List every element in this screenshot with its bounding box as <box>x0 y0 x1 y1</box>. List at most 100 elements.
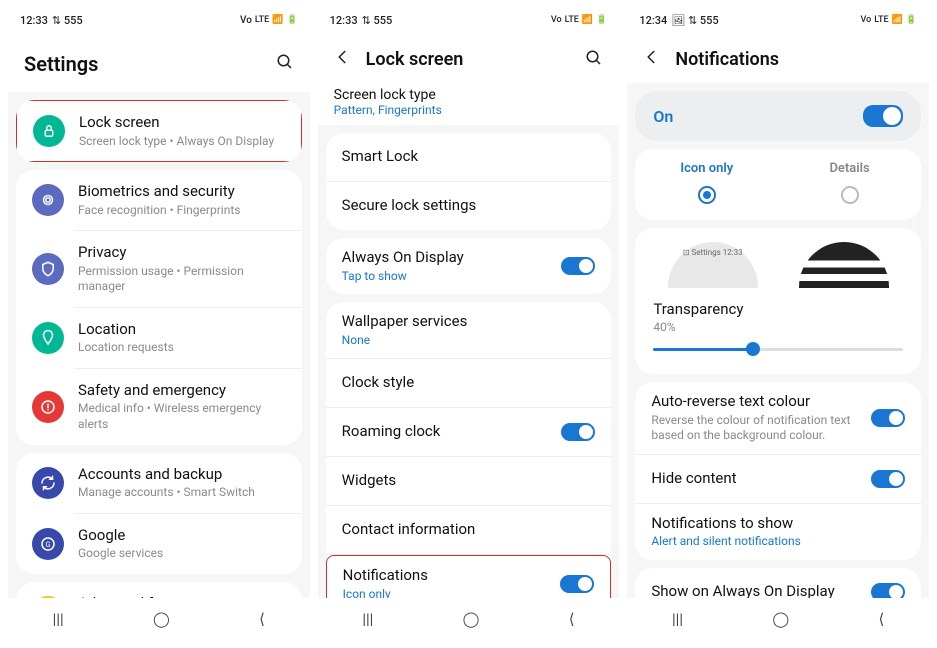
gear-icon <box>32 596 64 598</box>
tab-details[interactable]: Details <box>778 161 921 204</box>
status-time: 12:33 <box>20 14 48 27</box>
notifications-content: On Icon only Details ⊡ Settings 12:33 Tra… <box>627 83 929 598</box>
lockscreen-row[interactable]: Roaming clock <box>326 408 612 456</box>
search-icon[interactable] <box>276 53 294 75</box>
notif-row[interactable]: Hide content <box>635 455 921 503</box>
transparency-slider[interactable] <box>653 340 903 358</box>
master-toggle-row[interactable]: On <box>635 91 921 141</box>
lockscreen-row[interactable]: Widgets <box>326 457 612 505</box>
toggle-icon[interactable] <box>863 105 903 127</box>
transparency-block: Transparency 40% <box>635 288 921 374</box>
lockscreen-row[interactable]: Contact information <box>326 506 612 554</box>
screen-lock-type-row[interactable]: Screen lock type Pattern, Fingerprints <box>318 83 620 117</box>
notif-row[interactable]: Notifications to showAlert and silent no… <box>635 504 921 560</box>
nav-home[interactable]: ◯ <box>772 610 789 628</box>
toggle-icon[interactable] <box>561 257 595 275</box>
row-label: Notifications <box>343 566 547 586</box>
row-sub: Location requests <box>78 340 286 356</box>
sync-icon <box>32 467 64 499</box>
page-title: Lock screen <box>366 49 572 70</box>
row-label: Safety and emergency <box>78 381 286 401</box>
lockscreen-row[interactable]: NotificationsIcon only <box>326 555 612 598</box>
pin-icon <box>32 322 64 354</box>
search-icon[interactable] <box>585 49 603 71</box>
nav-back[interactable]: ⟨ <box>569 610 575 628</box>
alert-icon <box>32 391 64 423</box>
settings-row[interactable]: Safety and emergencyMedical info • Wirel… <box>16 369 302 445</box>
row-label: Secure lock settings <box>342 196 596 216</box>
row-sub: Icon only <box>343 587 547 598</box>
preview-icon-only: ⊡ Settings 12:33 <box>668 242 758 288</box>
nav-recent[interactable]: ||| <box>672 610 683 628</box>
settings-row[interactable]: G GoogleGoogle services <box>16 514 302 574</box>
nav-recent[interactable]: ||| <box>53 610 64 628</box>
radio-icon[interactable] <box>841 186 859 204</box>
nav-home[interactable]: ◯ <box>463 610 480 628</box>
row-label: Lock screen <box>79 113 285 133</box>
style-tabs: Icon only Details <box>635 149 921 220</box>
row-sub: Permission usage • Permission manager <box>78 264 286 295</box>
slider-thumb-icon[interactable] <box>746 342 760 356</box>
notif-row[interactable]: Auto-reverse text colourReverse the colo… <box>635 382 921 454</box>
navbar: ||| ◯ ⟨ <box>8 598 310 640</box>
row-label: Screen lock type <box>334 87 604 103</box>
row-label: Roaming clock <box>342 422 548 442</box>
toggle-icon[interactable] <box>871 583 905 598</box>
preview-details <box>799 242 889 288</box>
back-icon[interactable] <box>643 48 661 71</box>
toggle-icon[interactable] <box>561 423 595 441</box>
tab-label: Details <box>829 161 869 176</box>
settings-row[interactable]: Accounts and backupManage accounts • Sma… <box>16 453 302 513</box>
settings-row[interactable]: Biometrics and securityFace recognition … <box>16 170 302 230</box>
lock-icon <box>33 115 65 147</box>
radio-icon[interactable] <box>698 186 716 204</box>
lockscreen-row[interactable]: Clock style <box>326 359 612 407</box>
status-right: VoLTE📶🔋 <box>240 15 298 26</box>
lockscreen-row[interactable]: Smart Lock <box>326 133 612 181</box>
screen-lockscreen: 12:33 ⇅ 555 VoLTE📶🔋 Lock screen Screen l… <box>318 8 620 640</box>
tab-icon-only[interactable]: Icon only <box>635 161 778 204</box>
status-left-icons: 🖼 ⇅ 555 <box>671 14 718 27</box>
transparency-value: 40% <box>653 320 903 334</box>
lockscreen-row[interactable]: Secure lock settings <box>326 182 612 230</box>
notif-row[interactable]: Show on Always On Display <box>635 568 921 598</box>
on-label: On <box>653 107 673 126</box>
back-icon[interactable] <box>334 48 352 71</box>
toggle-icon[interactable] <box>560 575 594 593</box>
status-left-icons: ⇅ 555 <box>52 14 83 27</box>
page-title: Notifications <box>675 49 913 70</box>
row-label: Advanced features <box>78 594 286 598</box>
settings-row[interactable]: Lock screenScreen lock type • Always On … <box>16 100 302 162</box>
row-sub: Google services <box>78 546 286 562</box>
toggle-icon[interactable] <box>871 470 905 488</box>
toggle-icon[interactable] <box>871 409 905 427</box>
settings-list: Lock screenScreen lock type • Always On … <box>8 92 310 598</box>
row-label: Widgets <box>342 471 596 491</box>
row-label: Wallpaper services <box>342 312 596 332</box>
google-icon: G <box>32 528 64 560</box>
fingerprint-icon <box>32 184 64 216</box>
row-label: Google <box>78 526 286 546</box>
page-title: Settings <box>24 52 262 76</box>
status-time: 12:34 <box>639 14 667 27</box>
lockscreen-row[interactable]: Wallpaper servicesNone <box>326 302 612 358</box>
row-sub: Manage accounts • Smart Switch <box>78 485 286 501</box>
settings-row[interactable]: LocationLocation requests <box>16 308 302 368</box>
settings-row[interactable]: Advanced featuresAndroid Auto • Labs <box>16 582 302 598</box>
lockscreen-row[interactable]: Always On DisplayTap to show <box>326 238 612 294</box>
nav-recent[interactable]: ||| <box>362 610 373 628</box>
nav-back[interactable]: ⟨ <box>878 610 884 628</box>
row-label: Privacy <box>78 243 286 263</box>
nav-back[interactable]: ⟨ <box>259 610 265 628</box>
settings-row[interactable]: PrivacyPermission usage • Permission man… <box>16 231 302 307</box>
row-label: Accounts and backup <box>78 465 286 485</box>
transparency-label: Transparency <box>653 300 903 318</box>
row-label: Biometrics and security <box>78 182 286 202</box>
nav-home[interactable]: ◯ <box>153 610 170 628</box>
row-label: Notifications to show <box>651 514 905 534</box>
navbar: ||| ◯ ⟨ <box>318 598 620 640</box>
row-label: Auto-reverse text colour <box>651 392 857 412</box>
header: Lock screen <box>318 32 620 83</box>
row-sub: Medical info • Wireless emergency alerts <box>78 401 286 432</box>
row-label: Contact information <box>342 520 596 540</box>
